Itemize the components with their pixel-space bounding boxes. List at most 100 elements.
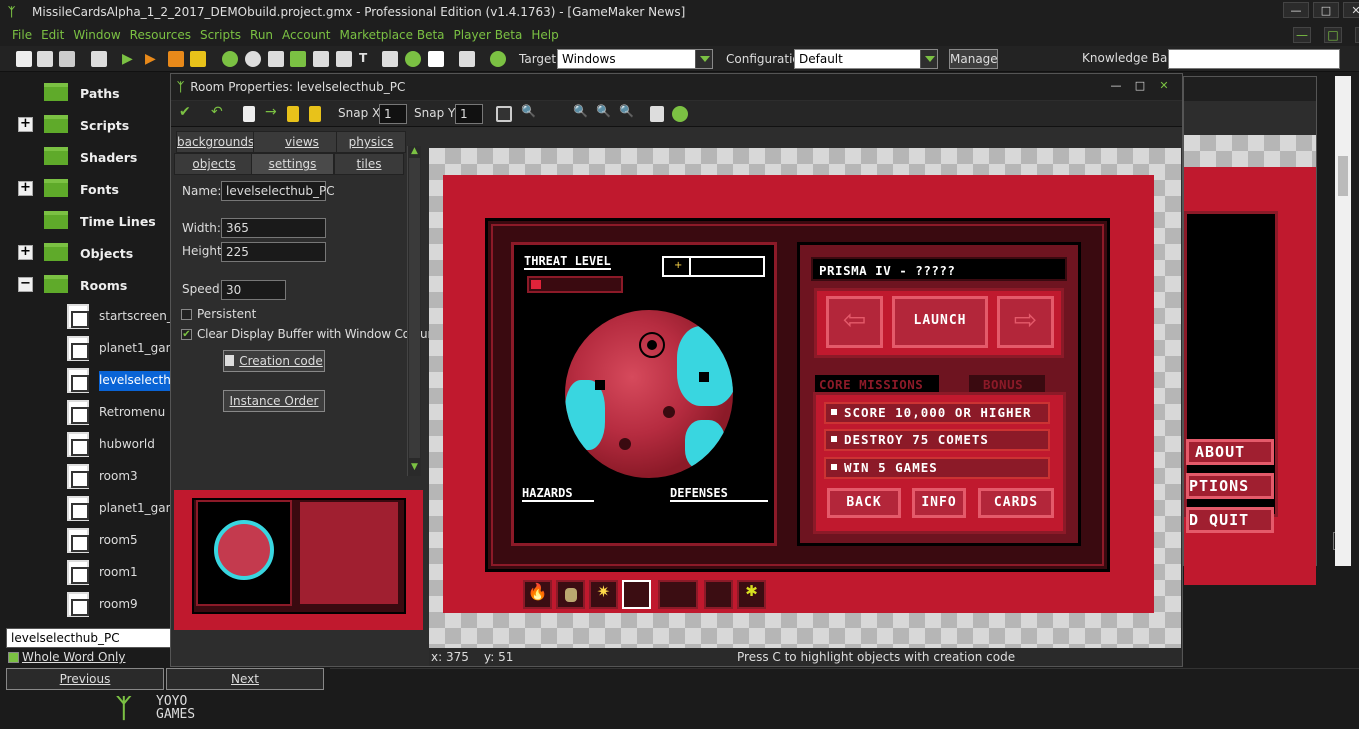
save-project-icon[interactable] (59, 51, 75, 67)
clean-icon[interactable] (168, 51, 184, 67)
shader-icon[interactable] (336, 51, 352, 67)
menu-help[interactable]: Help (531, 28, 558, 42)
tree-room-item[interactable]: hubworld (0, 429, 170, 461)
room-mini-preview[interactable] (174, 490, 423, 630)
run-icon[interactable]: ▶ (122, 51, 138, 67)
script-icon[interactable] (313, 51, 329, 67)
menu-account[interactable]: Account (282, 28, 330, 42)
room-speed-input[interactable]: 30 (221, 280, 286, 300)
room-icon[interactable] (428, 51, 444, 67)
tree-folder-scripts[interactable]: + Scripts (0, 110, 170, 140)
tab-objects[interactable]: objects (174, 153, 254, 175)
persistent-checkbox[interactable] (181, 309, 192, 320)
config-select[interactable]: Default (794, 49, 938, 69)
clear-icon[interactable] (243, 106, 255, 122)
tree-folder-objects[interactable]: + Objects (0, 238, 170, 268)
tree-room-item[interactable]: room1 (0, 557, 170, 589)
zoom-reset-icon[interactable]: 🔍 (596, 104, 612, 120)
grid-toggle-icon[interactable] (496, 106, 512, 122)
collapse-icon[interactable]: − (18, 277, 33, 292)
ok-check-icon[interactable]: ✔ (179, 104, 195, 120)
target-select[interactable]: Windows (557, 49, 713, 69)
tree-room-item[interactable]: room9 (0, 589, 170, 621)
creation-code-button[interactable]: Creation code (223, 350, 325, 372)
menu-resources[interactable]: Resources (130, 28, 191, 42)
shift-icon[interactable]: → (265, 104, 281, 120)
scroll-down-icon[interactable]: ▼ (408, 462, 421, 474)
tree-folder-fonts[interactable]: + Fonts (0, 174, 170, 204)
close-icon[interactable]: ✕ (1154, 78, 1174, 94)
sound-icon[interactable] (245, 51, 261, 67)
settings-icon[interactable] (650, 106, 664, 122)
maximize-icon[interactable]: □ (1130, 78, 1150, 94)
expand-icon[interactable]: + (18, 117, 33, 132)
mdi-restore-icon[interactable]: □ (1324, 27, 1342, 43)
scroll-up-icon[interactable]: ▲ (408, 146, 421, 158)
room-height-input[interactable]: 225 (221, 242, 326, 262)
maximize-icon[interactable]: □ (1313, 2, 1339, 18)
tree-room-item[interactable]: startscreen_PC (0, 301, 170, 333)
mdi-close-icon[interactable]: ✕ (1355, 27, 1359, 43)
instance-order-button[interactable]: Instance Order (223, 390, 325, 412)
object-icon[interactable] (405, 51, 421, 67)
tree-folder-paths[interactable]: Paths (0, 78, 170, 108)
room-width-input[interactable]: 365 (221, 218, 326, 238)
clear-display-checkbox[interactable]: ✔ (181, 329, 192, 340)
zoom-out-icon[interactable]: 🔍 (573, 104, 589, 120)
tree-folder-rooms[interactable]: − Rooms (0, 270, 170, 300)
help-icon[interactable] (490, 51, 506, 67)
menu-file[interactable]: File (12, 28, 32, 42)
tree-room-item[interactable]: planet1_game (0, 493, 170, 525)
path-icon[interactable] (290, 51, 306, 67)
tree-folder-shaders[interactable]: Shaders (0, 142, 170, 172)
undo-icon[interactable]: ↶ (211, 104, 227, 120)
zoom-in-icon[interactable]: 🔍 (619, 104, 635, 120)
expand-icon[interactable]: + (18, 245, 33, 260)
manage-button[interactable]: Manage (949, 49, 998, 69)
font-icon[interactable]: T (359, 51, 375, 67)
help-icon[interactable] (672, 106, 688, 122)
kb-search-input[interactable] (1168, 49, 1340, 69)
close-icon[interactable]: ✕ (1343, 2, 1359, 18)
menu-marketplace[interactable]: Marketplace Beta (340, 28, 445, 42)
minimize-icon[interactable]: — (1283, 2, 1309, 18)
sprite-icon[interactable] (222, 51, 238, 67)
tree-search-input[interactable]: levelselecthub_PC (6, 628, 172, 648)
tab-backgrounds[interactable]: backgrounds (176, 131, 254, 153)
debug-icon[interactable]: ▶ (145, 51, 161, 67)
previous-button[interactable]: Previous (6, 668, 164, 690)
whole-word-checkbox[interactable] (8, 652, 19, 663)
scroll-thumb[interactable] (1338, 156, 1348, 196)
snapy-input[interactable]: 1 (455, 104, 483, 124)
lock-icon[interactable] (287, 106, 299, 122)
open-project-icon[interactable] (37, 51, 53, 67)
tree-room-item[interactable]: planet1_game_ (0, 333, 170, 365)
create-executable-icon[interactable] (91, 51, 107, 67)
game-settings-icon[interactable] (459, 51, 475, 67)
tab-tiles[interactable]: tiles (334, 153, 404, 175)
menu-scripts[interactable]: Scripts (200, 28, 241, 42)
main-scrollbar[interactable] (1335, 76, 1351, 566)
minimize-icon[interactable]: — (1106, 78, 1126, 94)
tree-folder-timelines[interactable]: Time Lines (0, 206, 170, 236)
expand-icon[interactable]: + (18, 181, 33, 196)
zoom-dropdown-icon[interactable]: 🔍 (521, 104, 537, 120)
tree-room-item[interactable]: room3 (0, 461, 170, 493)
new-project-icon[interactable] (16, 51, 32, 67)
next-button[interactable]: Next (166, 668, 324, 690)
tab-physics[interactable]: physics (336, 131, 406, 153)
tab-settings[interactable]: settings (251, 153, 334, 175)
tree-room-item[interactable]: Retromenu (0, 397, 170, 429)
mdi-minimize-icon[interactable]: — (1293, 27, 1311, 43)
snapx-input[interactable]: 1 (379, 104, 407, 124)
room-name-input[interactable]: levelselecthub_PC (221, 181, 335, 201)
scroll-thumb[interactable] (409, 158, 420, 458)
menu-edit[interactable]: Edit (41, 28, 64, 42)
unlock-icon[interactable] (309, 106, 321, 122)
background-icon[interactable] (268, 51, 284, 67)
menu-run[interactable]: Run (250, 28, 273, 42)
export-icon[interactable] (190, 51, 206, 67)
timeline-icon[interactable] (382, 51, 398, 67)
tree-room-item-selected[interactable]: levelselecthub_ (0, 365, 170, 397)
menu-window[interactable]: Window (73, 28, 120, 42)
